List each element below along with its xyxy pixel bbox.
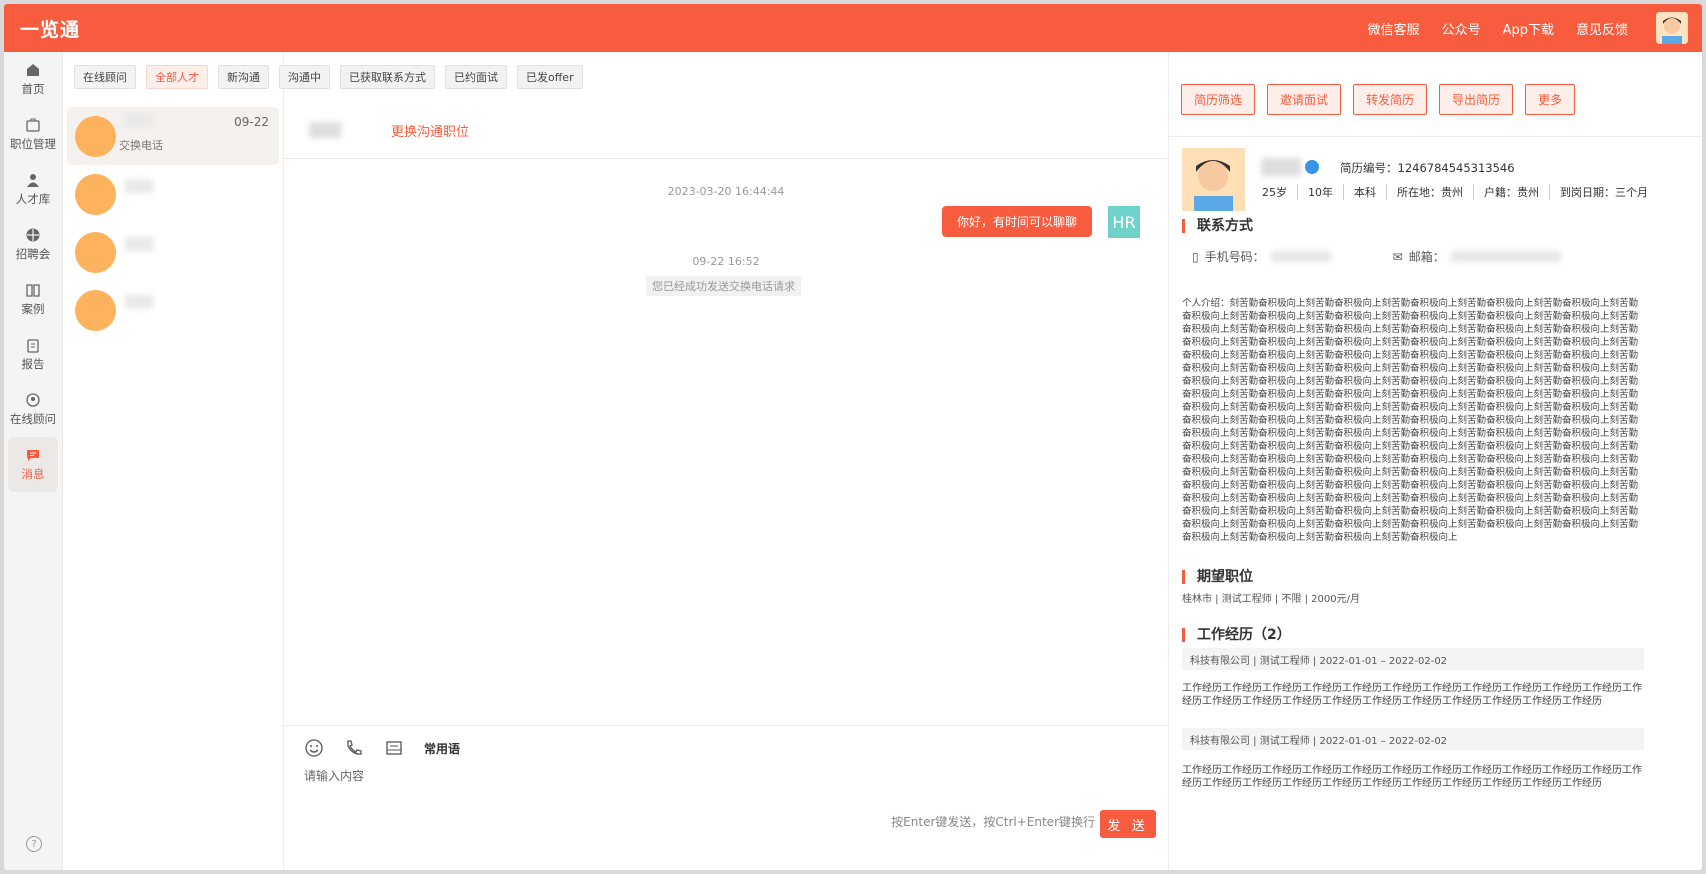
fan-icon bbox=[26, 228, 40, 242]
section-work-title: 工作经历（2） bbox=[1182, 628, 1291, 642]
tag-location: 所在地：贵州 bbox=[1387, 184, 1474, 200]
home-icon bbox=[27, 64, 39, 76]
tag-age: 25岁 bbox=[1252, 184, 1298, 200]
link-wechat-service[interactable]: 微信客服 bbox=[1368, 19, 1420, 38]
nav-fair[interactable]: 招聘会 bbox=[4, 217, 62, 272]
emoji-icon[interactable] bbox=[304, 738, 324, 758]
chat-header: 更换沟通职位 bbox=[284, 102, 1168, 159]
contact-item[interactable]: 09-22 交换电话 bbox=[67, 107, 279, 165]
phone-icon: ▯ bbox=[1192, 249, 1199, 264]
nav-messages[interactable]: 消息 bbox=[8, 437, 58, 492]
invite-interview-button[interactable]: 邀请面试 bbox=[1267, 84, 1342, 115]
top-links: 微信客服 公众号 App下载 意见反馈 bbox=[1368, 19, 1628, 38]
contact-avatar bbox=[75, 115, 116, 157]
change-job-link[interactable]: 更换沟通职位 bbox=[391, 121, 469, 140]
mail-icon: ✉ bbox=[1392, 249, 1403, 264]
tag-experience: 10年 bbox=[1298, 184, 1344, 200]
timestamp: 2023-03-20 16:44:44 bbox=[667, 185, 785, 198]
advisor-icon bbox=[26, 393, 40, 407]
candidate-name-blurred bbox=[1261, 158, 1301, 176]
contact-name-blurred bbox=[125, 237, 153, 251]
message-input[interactable]: 请输入内容 bbox=[304, 767, 364, 784]
nav-talent[interactable]: 人才库 bbox=[4, 162, 62, 217]
top-bar: 一览通 微信客服 公众号 App下载 意见反馈 bbox=[4, 4, 1702, 52]
resume-panel: 简历筛选 邀请面试 转发简历 导出简历 更多 简历编号：124678454531… bbox=[1169, 52, 1702, 870]
divider bbox=[1169, 136, 1702, 137]
send-button[interactable]: 发 送 bbox=[1100, 810, 1156, 838]
common-phrases-button[interactable]: 常用语 bbox=[424, 740, 460, 757]
contact-last-message: 交换电话 bbox=[119, 139, 163, 152]
export-resume-button[interactable]: 导出简历 bbox=[1439, 84, 1514, 115]
nav-report[interactable]: 报告 bbox=[4, 327, 62, 382]
resume-actions: 简历筛选 邀请面试 转发简历 导出简历 更多 bbox=[1181, 84, 1576, 115]
contact-avatar bbox=[75, 289, 116, 331]
my-message-bubble: 你好，有时间可以聊聊 bbox=[941, 206, 1092, 237]
contact-name-blurred bbox=[125, 295, 153, 309]
help-icon[interactable]: ? bbox=[26, 836, 42, 852]
email-blurred bbox=[1450, 251, 1561, 262]
more-button[interactable]: 更多 bbox=[1525, 84, 1576, 115]
male-icon bbox=[1305, 160, 1319, 174]
contact-avatar bbox=[75, 231, 116, 273]
clipboard-icon bbox=[27, 339, 39, 353]
person-icon bbox=[27, 174, 39, 187]
contact-item[interactable] bbox=[67, 223, 279, 281]
filter-online-advisor[interactable]: 在线顾问 bbox=[74, 65, 136, 89]
email-label: 邮箱： bbox=[1408, 250, 1445, 264]
chat-panel: 更换沟通职位 2023-03-20 16:44:44 你好，有时间可以聊聊 HR… bbox=[284, 52, 1169, 870]
section-expected-title: 期望职位 bbox=[1182, 570, 1253, 584]
contact-name-blurred bbox=[125, 113, 153, 127]
message-area: 2023-03-20 16:44:44 你好，有时间可以聊聊 HR 09-22 … bbox=[284, 159, 1168, 725]
nav-home[interactable]: 首页 bbox=[4, 52, 62, 107]
work-item-header: 科技有限公司 | 测试工程师 | 2022-01-01 – 2022-02-02 bbox=[1182, 648, 1644, 670]
work-item-desc: 工作经历工作经历工作经历工作经历工作经历工作经历工作经历工作经历工作经历工作经历… bbox=[1182, 683, 1642, 707]
forward-resume-button[interactable]: 转发简历 bbox=[1353, 84, 1428, 115]
work-item-desc: 工作经历工作经历工作经历工作经历工作经历工作经历工作经历工作经历工作经历工作经历… bbox=[1182, 765, 1642, 789]
composer-tools: 常用语 bbox=[304, 738, 460, 758]
phone-label: 手机号码： bbox=[1204, 250, 1265, 264]
app-window: 一览通 微信客服 公众号 App下载 意见反馈 首页 职位管理 人才库 招聘会 … bbox=[4, 4, 1702, 870]
phone-exchange-icon[interactable] bbox=[344, 738, 364, 758]
tag-hukou: 户籍：贵州 bbox=[1474, 184, 1550, 200]
link-feedback[interactable]: 意见反馈 bbox=[1576, 19, 1628, 38]
contact-list: 09-22 交换电话 bbox=[63, 52, 284, 870]
section-contact-title: 联系方式 bbox=[1182, 219, 1253, 233]
book-icon bbox=[26, 284, 40, 297]
contact-item[interactable] bbox=[67, 165, 279, 223]
resume-id: 简历编号：1246784545313546 bbox=[1340, 161, 1515, 175]
timestamp: 09-22 16:52 bbox=[692, 255, 760, 268]
send-hint: 按Enter键发送，按Ctrl+Enter键换行 bbox=[891, 815, 1095, 829]
contact-date: 09-22 bbox=[234, 115, 269, 129]
briefcase-icon bbox=[26, 118, 40, 132]
nav-cases[interactable]: 案例 bbox=[4, 272, 62, 327]
work-item-header: 科技有限公司 | 测试工程师 | 2022-01-01 – 2022-02-02 bbox=[1182, 728, 1644, 750]
tag-availability: 到岗日期：三个月 bbox=[1560, 186, 1648, 199]
message-icon bbox=[27, 450, 39, 461]
personal-intro: 个人介绍：刻苦勤奋积极向上刻苦勤奋积极向上刻苦勤奋积极向上刻苦勤奋积极向上刻苦勤… bbox=[1182, 298, 1639, 543]
contact-name-blurred bbox=[125, 179, 153, 193]
candidate-avatar bbox=[1182, 148, 1245, 211]
link-official-account[interactable]: 公众号 bbox=[1442, 19, 1481, 38]
contact-item[interactable] bbox=[67, 281, 279, 339]
system-message: 您已经成功发送交换电话请求 bbox=[646, 276, 801, 296]
filter-resume-button[interactable]: 简历筛选 bbox=[1181, 84, 1256, 115]
filter-new[interactable]: 新沟通 bbox=[218, 65, 269, 89]
candidate-tags: 25岁 10年 本科 所在地：贵州 户籍：贵州 到岗日期：三个月 bbox=[1252, 184, 1658, 200]
contact-avatar bbox=[75, 173, 116, 215]
chat-contact-name-blurred bbox=[309, 122, 341, 138]
hr-avatar: HR bbox=[1108, 206, 1140, 238]
app-logo: 一览通 bbox=[20, 18, 81, 41]
tag-education: 本科 bbox=[1344, 184, 1387, 200]
resume-icon[interactable] bbox=[384, 738, 404, 758]
left-nav: 首页 职位管理 人才库 招聘会 案例 报告 在线顾问 消息 ? bbox=[4, 52, 63, 870]
nav-jobs[interactable]: 职位管理 bbox=[4, 107, 62, 162]
expected-position: 桂林市 | 测试工程师 | 不限 | 2000元/月 bbox=[1182, 594, 1360, 605]
link-app-download[interactable]: App下载 bbox=[1503, 19, 1554, 38]
user-avatar[interactable] bbox=[1656, 12, 1688, 44]
phone-blurred bbox=[1270, 251, 1331, 262]
composer: 常用语 请输入内容 按Enter键发送，按Ctrl+Enter键换行 发 送 bbox=[284, 725, 1168, 870]
nav-advisor[interactable]: 在线顾问 bbox=[4, 382, 62, 437]
filter-all-talent[interactable]: 全部人才 bbox=[146, 65, 208, 89]
contact-info-row: ▯ 手机号码： ✉ 邮箱： bbox=[1192, 248, 1561, 265]
